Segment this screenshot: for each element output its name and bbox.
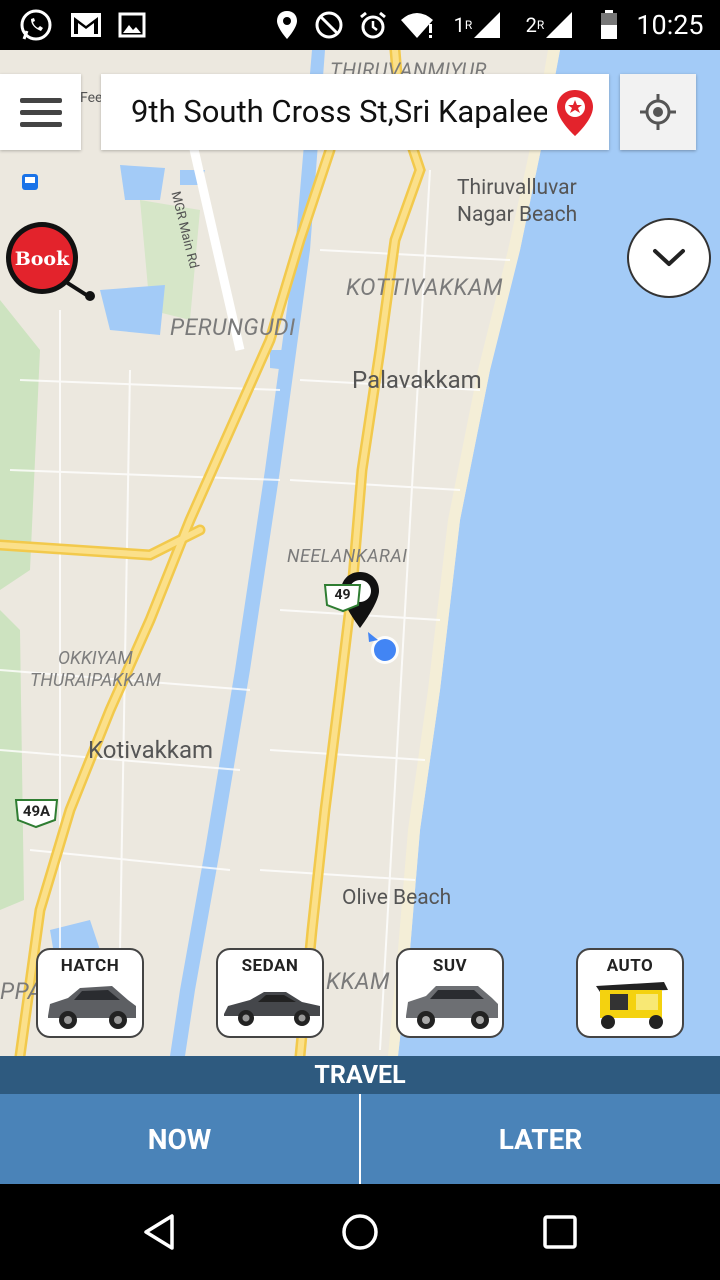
crosshair-icon — [640, 94, 676, 130]
vehicle-suv-label: SUV — [432, 956, 468, 976]
menu-button[interactable] — [0, 74, 81, 150]
map-view[interactable]: THIRUVANMIYUR Fee MGR Main Rd Thiruvallu… — [0, 50, 720, 1056]
address-search-box[interactable]: 9th South Cross St,Sri Kapaleeshwarar Na… — [101, 74, 609, 150]
sedan-car-icon — [224, 992, 320, 1026]
map-label-thiruvalluvar-1: Thiruvalluvar — [457, 176, 577, 200]
suv-car-icon — [406, 986, 498, 1029]
vehicle-sedan-button[interactable]: SEDAN — [216, 948, 324, 1038]
travel-now-button[interactable]: NOW — [0, 1094, 359, 1184]
vehicle-hatch-button[interactable]: HATCH — [36, 948, 144, 1038]
whatsapp-icon — [16, 0, 56, 50]
address-text[interactable]: 9th South Cross St,Sri Kapaleeshwarar Na… — [131, 74, 547, 150]
vehicle-hatch-label: HATCH — [60, 956, 120, 976]
navigation-bar — [0, 1184, 720, 1280]
vehicle-sedan-label: SEDAN — [241, 956, 299, 976]
map-label-kkam: KKAM — [326, 968, 391, 995]
battery-icon — [596, 0, 622, 50]
expand-button[interactable] — [627, 218, 711, 298]
recents-icon[interactable] — [530, 1202, 590, 1262]
vehicle-auto-label: AUTO — [606, 956, 654, 976]
location-icon — [272, 0, 302, 50]
hatchback-car-icon — [48, 986, 136, 1029]
signal-icon: 1R — [452, 0, 504, 50]
auto-rickshaw-icon — [596, 982, 668, 1029]
my-location-button[interactable] — [620, 74, 696, 150]
map-label-kottivakkam: KOTTIVAKKAM — [346, 274, 503, 301]
gmail-icon — [66, 0, 106, 50]
chevron-down-icon — [653, 249, 685, 266]
map-label-thiruvalluvar-2: Nagar Beach — [457, 203, 578, 227]
map-label-okkiyam-2: THURAIPAKKAM — [30, 670, 161, 691]
home-icon[interactable] — [330, 1202, 390, 1262]
route-shield-49: 49 — [334, 587, 351, 603]
map-label-fee: Fee — [80, 90, 103, 106]
image-icon — [114, 0, 150, 50]
location-pin-icon[interactable] — [553, 88, 597, 138]
travel-later-button[interactable]: LATER — [361, 1094, 720, 1184]
map-label-perungudi: PERUNGUDI — [170, 314, 296, 341]
signal-icon-2: 2R — [524, 0, 576, 50]
do-not-disturb-icon — [312, 0, 346, 50]
book-logo-text: Book — [14, 248, 70, 270]
alarm-icon — [356, 0, 390, 50]
hamburger-icon — [19, 91, 62, 134]
vehicle-auto-button[interactable]: AUTO — [576, 948, 684, 1038]
map-label-palavakkam: Palavakkam — [352, 366, 482, 394]
back-icon[interactable] — [130, 1202, 190, 1262]
vehicle-suv-button[interactable]: SUV — [396, 948, 504, 1038]
map-label-neelankarai: NEELANKARAI — [287, 546, 408, 567]
travel-header: TRAVEL — [0, 1056, 720, 1094]
status-bar: 1R 2R 10:25 — [0, 0, 720, 50]
route-shield-49a: 49A — [22, 802, 51, 820]
travel-action-row: NOW LATER — [0, 1094, 720, 1184]
map-label-kotivakkam: Kotivakkam — [88, 736, 214, 764]
map-label-olive-beach: Olive Beach — [342, 886, 452, 910]
wifi-icon — [398, 0, 438, 50]
map-label-okkiyam-1: OKKIYAM — [58, 648, 133, 669]
clock: 10:25 — [636, 9, 704, 41]
